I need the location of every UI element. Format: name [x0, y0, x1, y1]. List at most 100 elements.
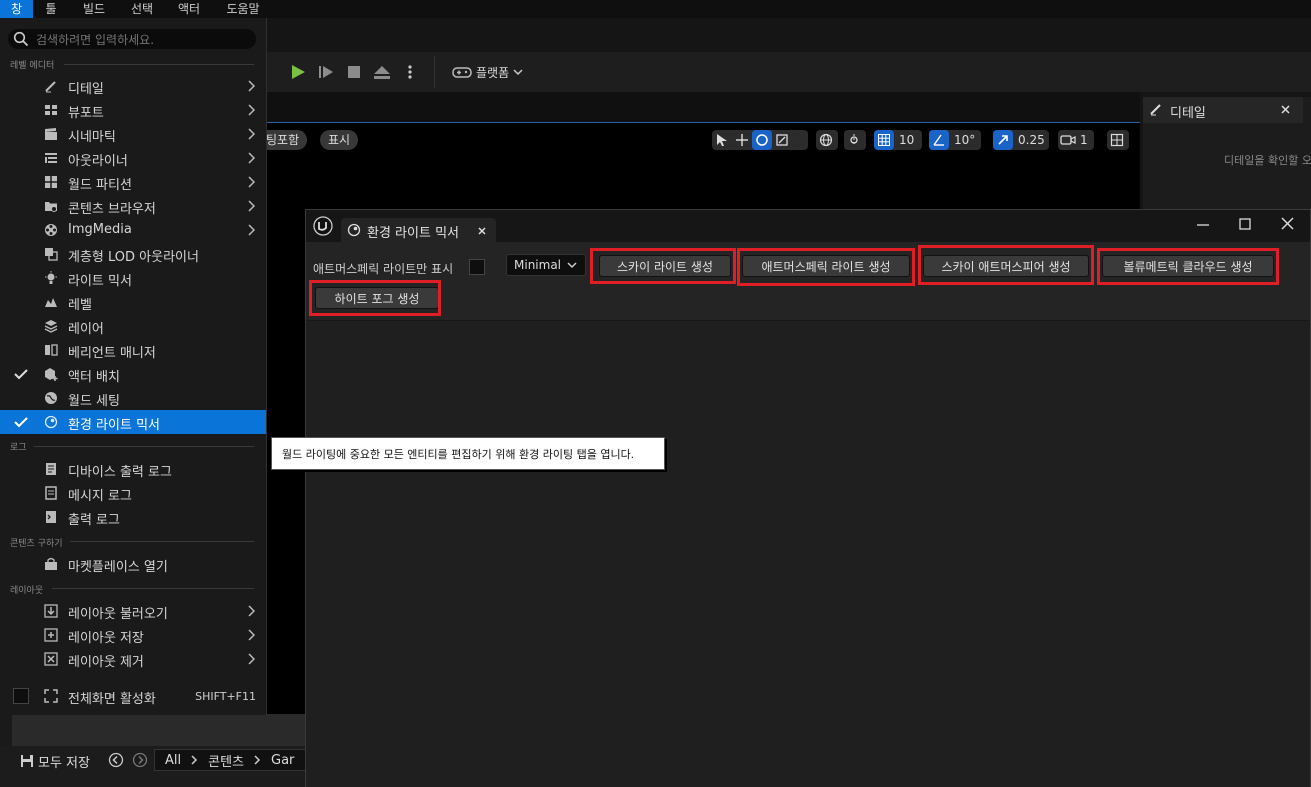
- eject-icon: [374, 66, 390, 79]
- section-divider: [52, 588, 254, 589]
- show-button[interactable]: 표시: [320, 130, 359, 150]
- menu-item-remove-layout[interactable]: 레이아웃 제거: [0, 647, 266, 671]
- menu-select[interactable]: 선택: [119, 0, 165, 18]
- fullscreen-checkbox[interactable]: [13, 688, 29, 704]
- menu-item-marketplace[interactable]: 마켓플레이스 열기: [0, 552, 266, 576]
- grid-snap-control[interactable]: 10: [874, 130, 922, 150]
- levels-icon: [45, 298, 57, 307]
- details-tab[interactable]: 디테일: [1143, 97, 1303, 123]
- menu-search-box[interactable]: [8, 29, 256, 49]
- stop-button[interactable]: [342, 60, 366, 84]
- more-vertical-icon: [408, 65, 412, 79]
- env-light-icon: [44, 415, 58, 429]
- menu-item-save-layout[interactable]: 레이아웃 저장: [0, 623, 266, 647]
- menu-item-env-light-mixer[interactable]: 환경 라이트 믹서: [0, 410, 266, 434]
- env-light-mixer-tab-label: 환경 라이트 믹서: [367, 226, 459, 241]
- highlight-box: [309, 280, 441, 316]
- chevron-right-icon: [248, 224, 256, 236]
- section-label-content: 콘텐츠 구하기: [10, 539, 63, 549]
- mode-dropdown[interactable]: Minimal: [506, 254, 586, 276]
- menu-item-imgmedia[interactable]: ImgMedia: [0, 218, 266, 242]
- menu-item-output-log[interactable]: 출력 로그: [0, 505, 266, 529]
- menu-item-device-output-log[interactable]: 디바이스 출력 로그: [0, 457, 266, 481]
- save-all-label: 모두 저장: [38, 755, 90, 771]
- menu-item-outliner[interactable]: 아웃라이너: [0, 146, 266, 170]
- menu-help[interactable]: 도움말: [213, 0, 273, 18]
- menu-item-details[interactable]: 디테일: [0, 74, 266, 98]
- chevron-right-icon: [248, 152, 256, 164]
- close-icon[interactable]: [478, 227, 486, 235]
- menu-item-cinematics[interactable]: 시네마틱: [0, 122, 266, 146]
- chevron-right-icon: [254, 755, 261, 765]
- content-browser-icon: [45, 202, 57, 212]
- menu-item-message-log[interactable]: 메시지 로그: [0, 481, 266, 505]
- maximize-icon[interactable]: [1239, 218, 1251, 230]
- play-options-button[interactable]: [400, 60, 420, 84]
- pencil-icon: [45, 81, 56, 93]
- chevron-right-icon: [248, 200, 256, 212]
- window-close-icon[interactable]: [1281, 217, 1294, 230]
- breadcrumb: All 콘텐츠 Gar: [154, 749, 305, 771]
- main-menu-bar: 창 툴 빌드 선택 액터 도움말: [0, 0, 1311, 18]
- rotate-mode-button[interactable]: [752, 130, 772, 150]
- save-layout-icon: [44, 628, 58, 642]
- section-divider: [64, 64, 254, 65]
- menu-tools[interactable]: 툴: [33, 0, 69, 18]
- menu-item-hlod-outliner[interactable]: 계층형 LOD 아웃라이너: [0, 242, 266, 266]
- forward-arrow-icon[interactable]: [132, 752, 148, 768]
- section-label-level-editor: 레벨 에디터: [10, 61, 55, 71]
- content-browser-bar: 모두 저장 All 콘텐츠 Gar: [0, 746, 305, 787]
- menu-item-layers[interactable]: 레이어: [0, 314, 266, 338]
- camera-speed-control[interactable]: 1: [1058, 130, 1094, 150]
- menu-item-levels[interactable]: 레벨: [0, 290, 266, 314]
- menu-item-light-mixer[interactable]: 라이트 믹서: [0, 266, 266, 290]
- mode-dropdown-value: Minimal: [514, 258, 562, 272]
- breadcrumb-all[interactable]: All: [165, 753, 181, 768]
- search-input[interactable]: [34, 31, 253, 49]
- section-label-layout: 레이아웃: [10, 586, 44, 596]
- advance-frame-button[interactable]: [314, 60, 338, 84]
- chevron-right-icon: [248, 104, 256, 116]
- rotation-snap-control[interactable]: 10°: [929, 130, 981, 150]
- translate-mode-button[interactable]: [732, 130, 752, 150]
- platforms-button[interactable]: 플랫폼: [452, 60, 532, 84]
- menu-item-world-partition[interactable]: 월드 파티션: [0, 170, 266, 194]
- back-arrow-icon[interactable]: [108, 752, 124, 768]
- menu-window[interactable]: 창: [0, 0, 33, 18]
- eject-button[interactable]: [370, 60, 394, 84]
- menu-item-place-actors[interactable]: 액터 배치: [0, 362, 266, 386]
- play-button[interactable]: [286, 60, 310, 84]
- menu-item-viewports[interactable]: 뷰포트: [0, 98, 266, 122]
- save-all-button[interactable]: 모두 저장: [20, 751, 90, 771]
- env-light-mixer-tab[interactable]: 환경 라이트 믹서: [341, 218, 496, 242]
- menu-item-content-browser[interactable]: 콘텐츠 브라우저: [0, 194, 266, 218]
- gamepad-icon: [452, 67, 472, 78]
- world-icon: [45, 392, 57, 404]
- world-local-toggle[interactable]: [816, 130, 838, 150]
- light-bulb-icon: [45, 271, 57, 284]
- surface-snap-toggle[interactable]: [844, 130, 866, 150]
- minimize-icon[interactable]: [1197, 224, 1209, 226]
- viewport-layout-button[interactable]: [1107, 130, 1129, 150]
- atmos-only-checkbox[interactable]: [469, 259, 485, 275]
- breadcrumb-folder[interactable]: Gar: [271, 753, 294, 768]
- menu-item-variant-manager[interactable]: 베리언트 매니저: [0, 338, 266, 362]
- play-icon: [292, 65, 305, 79]
- menu-item-world-settings[interactable]: 월드 세팅: [0, 386, 266, 410]
- scale-mode-button[interactable]: [772, 130, 792, 150]
- window-title-bar[interactable]: 환경 라이트 믹서: [306, 210, 1310, 242]
- breadcrumb-content[interactable]: 콘텐츠: [208, 751, 244, 770]
- shopping-bag-icon: [45, 557, 57, 570]
- menu-item-load-layout[interactable]: 레이아웃 불러오기: [0, 599, 266, 623]
- scale-snap-control[interactable]: 0.25: [993, 130, 1049, 150]
- chevron-right-icon: [191, 755, 198, 765]
- select-mode-button[interactable]: [712, 130, 732, 150]
- world-partition-icon: [45, 176, 57, 188]
- clapperboard-icon: [45, 128, 57, 140]
- menu-item-fullscreen[interactable]: 전체화면 활성화 SHIFT+F11: [0, 684, 266, 708]
- film-reel-icon: [45, 224, 57, 236]
- menu-build[interactable]: 빌드: [69, 0, 119, 18]
- close-icon[interactable]: [1281, 105, 1290, 114]
- place-actors-icon: [45, 368, 58, 381]
- menu-actor[interactable]: 액터: [165, 0, 213, 18]
